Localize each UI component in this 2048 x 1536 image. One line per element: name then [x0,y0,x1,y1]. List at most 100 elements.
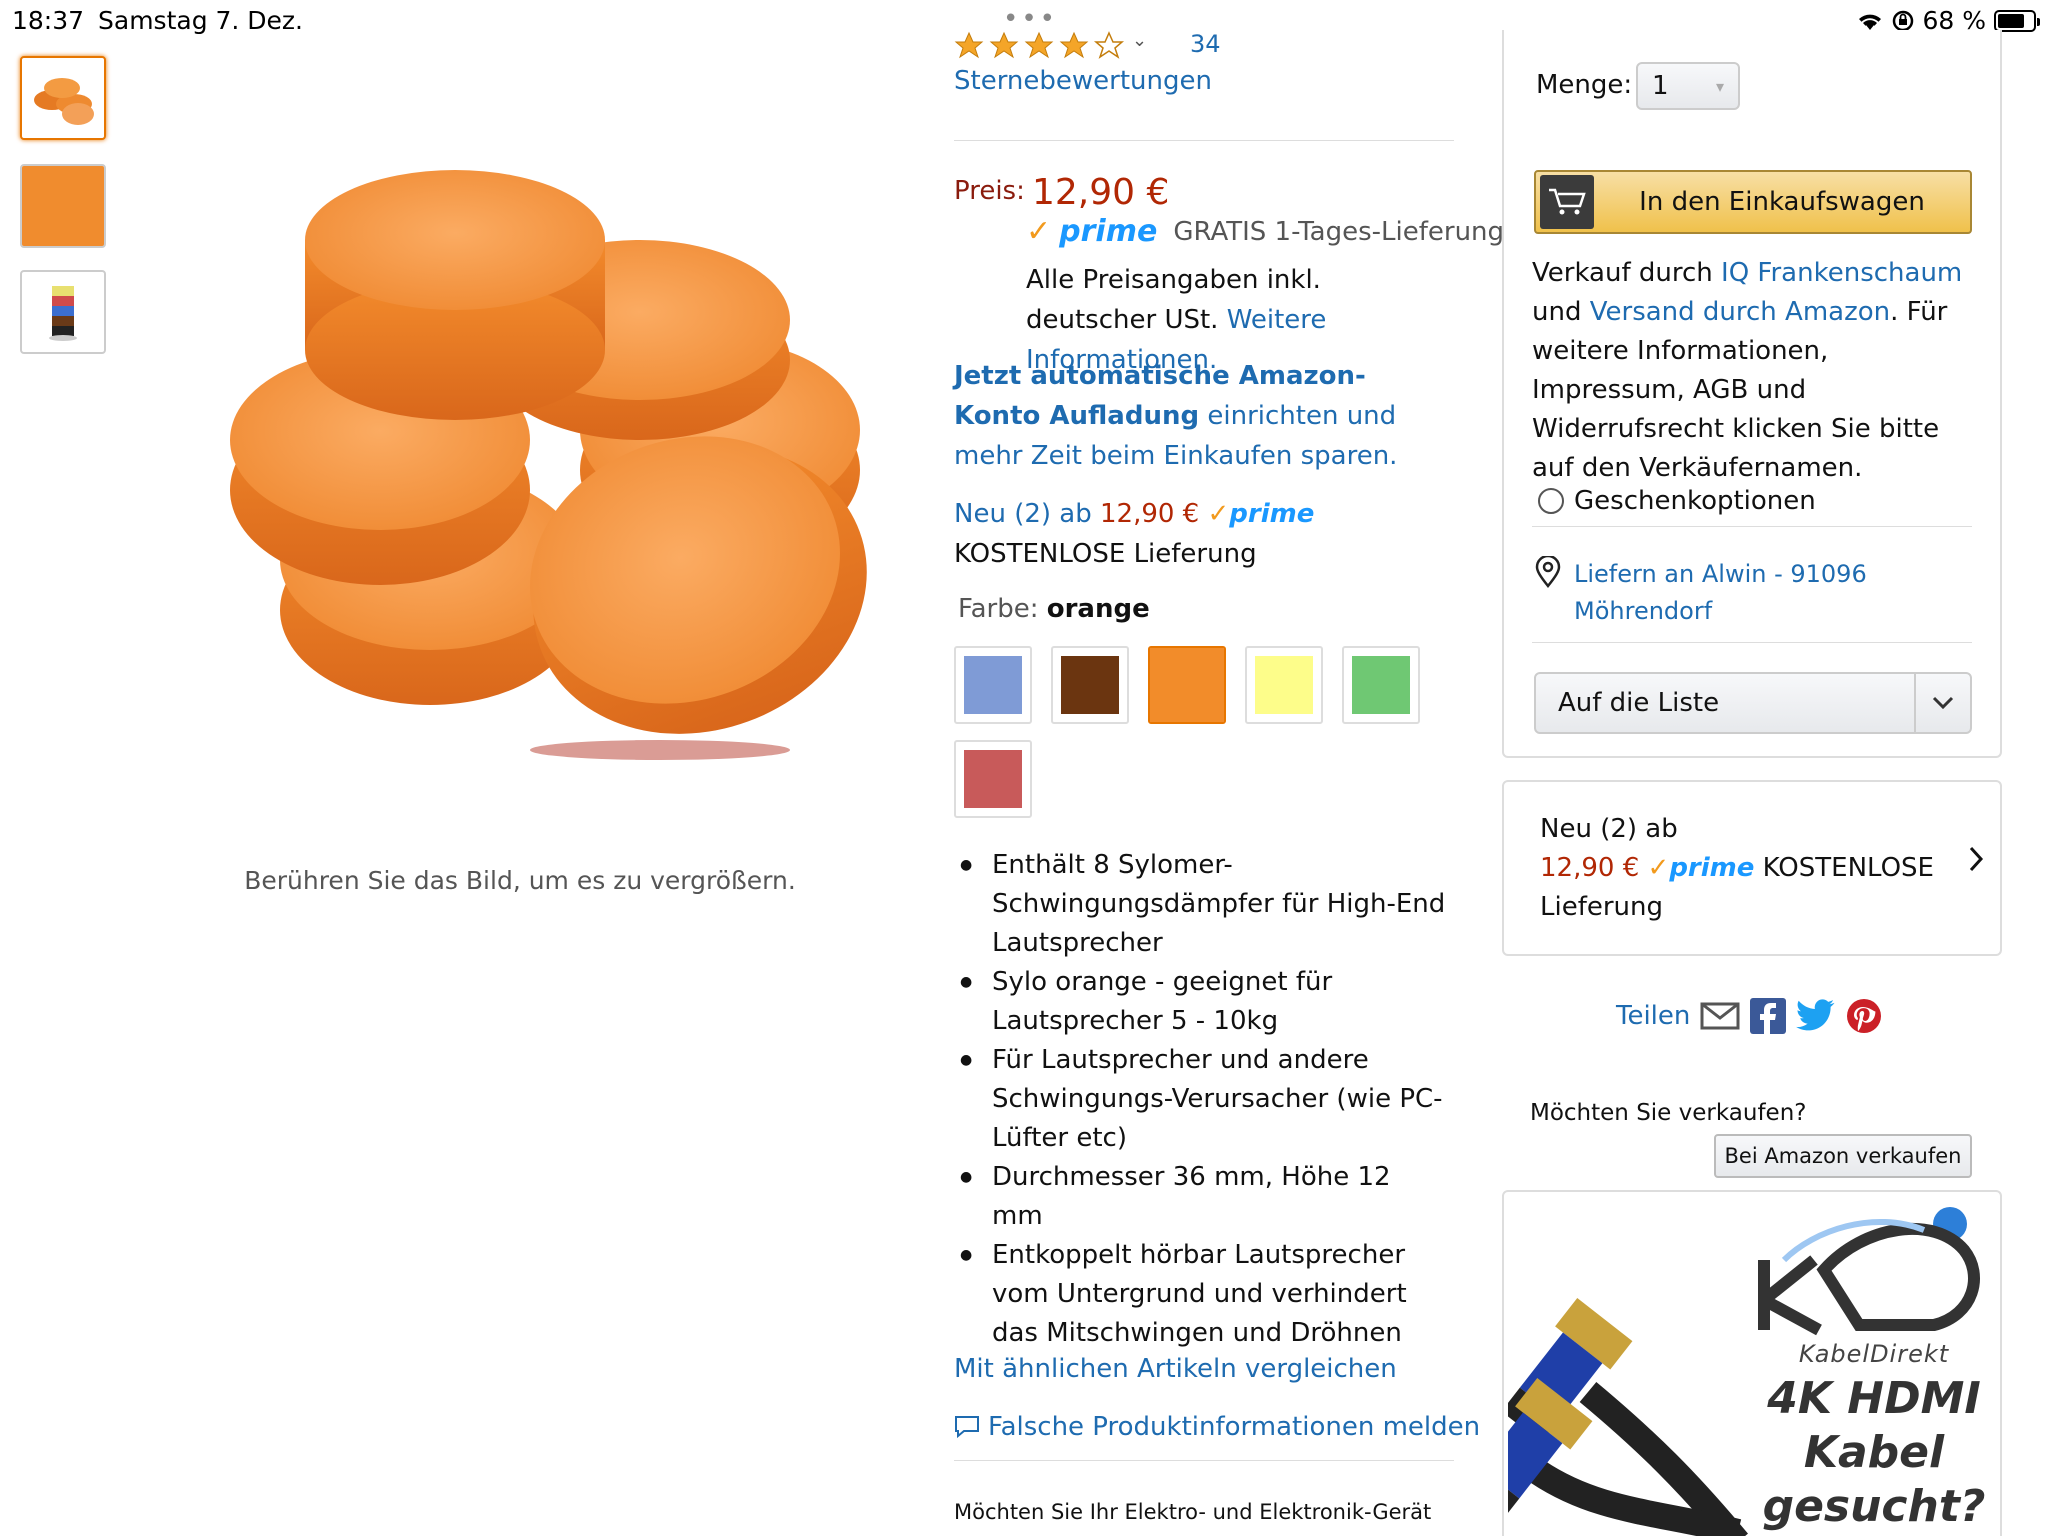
bullet-item: Sylo orange - geeignet für Lautsprecher … [956,963,1446,1041]
wifi-icon [1859,14,1882,30]
list-dropdown-toggle[interactable] [1914,674,1970,732]
compare-link[interactable]: Mit ähnlichen Artikeln vergleichen [954,1354,1397,1384]
price-value: 12,90 € [1032,172,1170,213]
promo-link[interactable]: Jetzt automatische Amazon-Konto Aufladun… [954,356,1434,476]
prime-check-icon: ✓ [1026,214,1052,249]
new-offer[interactable]: Neu (2) ab 12,90 € ✓prime KOSTENLOSE Lie… [954,494,1454,574]
new-offer-price: 12,90 € [1099,499,1200,529]
prime-logo: prime [1229,499,1315,529]
feature-bullets: Enthält 8 Sylomer-Schwingungsdämpfer für… [956,846,1446,1353]
new-offer-delivery: KOSTENLOSE Lieferung [954,539,1257,569]
ship-pre: und [1532,297,1590,327]
report-row[interactable]: Falsche Produktinformationen melden [954,1412,1480,1442]
gift-option[interactable]: Geschenkoptionen [1538,486,1816,516]
report-link[interactable]: Falsche Produktinformationen melden [988,1412,1480,1442]
bullet-item: Entkoppelt hörbar Lautsprecher vom Unter… [956,1236,1446,1353]
add-to-list-label: Auf die Liste [1558,688,1720,718]
battery-icon [1994,9,2040,32]
swatch-color [1150,648,1224,722]
ship-link[interactable]: Versand durch Amazon [1590,297,1890,327]
speech-bubble-icon [955,1416,979,1439]
prime-check-icon: ✓ [1207,499,1230,529]
swatch-yellow[interactable] [1245,646,1323,724]
swatch-green[interactable] [1342,646,1420,724]
new-offer-prefix[interactable]: Neu (2) ab [954,499,1100,529]
swatch-color [964,750,1022,808]
bullet-item: Enthält 8 Sylomer-Schwingungsdämpfer für… [956,846,1446,963]
prime-logo: prime [1669,853,1755,883]
divider [1532,526,1972,527]
orientation-lock-icon [1893,10,1914,31]
delivery-text: GRATIS 1-Tages-Lieferung [1173,216,1505,247]
divider [954,140,1454,141]
price-label: Preis: [954,176,1025,206]
chevron-right-icon[interactable] [1968,846,1984,872]
twitter-icon[interactable] [1796,999,1836,1033]
qty-label: Menge: [1536,70,1633,100]
swatch-brown[interactable] [1051,646,1129,724]
sell-button[interactable]: Bei Amazon verkaufen [1714,1134,1972,1178]
cart-icon [1540,175,1594,229]
add-to-cart-label: In den Einkaufswagen [1639,187,1925,217]
bullet-item: Für Lautsprecher und andere Schwingungs-… [956,1041,1446,1158]
divider [1532,642,1972,643]
color-label-row: Farbe: orange [958,594,1150,624]
share-label[interactable]: Teilen [1616,1001,1690,1031]
seller-pre: Verkauf durch [1532,258,1722,288]
swatch-color [1255,656,1313,714]
chevron-down-icon [1932,696,1954,710]
kabeldirekt-logo [1758,1207,1980,1336]
hdmi-cable-image [1508,1297,1748,1536]
divider [954,1460,1454,1461]
bullet-item: Durchmesser 36 mm, Höhe 12 mm [956,1158,1446,1236]
thumbnail-1[interactable] [20,56,106,140]
thumbnail-2[interactable] [20,164,106,248]
add-to-cart-button[interactable]: In den Einkaufswagen [1534,170,1972,234]
swatch-color [964,656,1022,714]
deliver-to-link[interactable]: Liefern an Alwin - 91096 Möhrendorf [1574,556,1874,630]
offer-price: 12,90 € [1540,853,1640,883]
color-swatches [954,646,1434,818]
color-label: Farbe: [958,594,1039,624]
rating-count[interactable]: 34 [1190,30,1221,58]
share-row: Teilen [1616,998,1882,1034]
seller-info: Verkauf durch IQ Frankenschaum und Versa… [1532,254,1982,488]
bottom-note: Möchten Sie Ihr Elektro- und Elektronik-… [954,1500,1432,1524]
offer-text: Neu (2) ab 12,90 € ✓prime KOSTENLOSE Lie… [1540,810,1940,927]
deliver-to[interactable]: Liefern an Alwin - 91096 Möhrendorf [1534,556,1874,630]
swatch-blue[interactable] [954,646,1032,724]
thumbnail-3[interactable] [20,270,106,354]
prime-logo: prime [1059,214,1158,249]
location-pin-icon [1535,556,1561,588]
swatch-color [1352,656,1410,714]
status-date: Samstag 7. Dez. [98,6,304,35]
pinterest-icon[interactable] [1846,998,1882,1034]
gift-checkbox[interactable] [1538,488,1564,514]
image-caption: Berühren Sie das Bild, um es zu vergröße… [244,866,796,895]
prime-delivery: ✓ prime GRATIS 1-Tages-Lieferung [1026,214,1504,249]
ad-box[interactable]: KabelDirekt 4K HDMI Kabel gesucht? [1502,1190,2002,1536]
color-value: orange [1046,594,1150,624]
chevron-down-icon: ▾ [1715,76,1724,96]
email-icon[interactable] [1700,1001,1740,1031]
ad-brand: KabelDirekt [1798,1340,1950,1368]
facebook-icon[interactable] [1750,998,1787,1034]
prime-check-icon: ✓ [1647,853,1670,883]
sell-question: Möchten Sie verkaufen? [1530,1100,1807,1126]
add-to-list-button[interactable]: Auf die Liste [1534,672,1972,734]
rating-label[interactable]: Sternebewertungen [954,66,1212,96]
star-rating-icon [954,31,1125,59]
offer-line1: Neu (2) ab [1540,814,1678,844]
status-time: 18:37 [12,6,85,35]
qty-value: 1 [1652,71,1669,101]
rating-row[interactable] [954,30,1134,64]
swatch-color [1061,656,1119,714]
swatch-red[interactable] [954,740,1032,818]
product-image[interactable] [140,140,900,770]
ad-headline: 4K HDMI Kabel gesucht? [1762,1373,1986,1532]
qty-select[interactable]: 1 ▾ [1636,62,1740,110]
gift-label: Geschenkoptionen [1574,486,1816,516]
chevron-down-icon[interactable]: ⌄ [1132,30,1147,51]
seller-link[interactable]: IQ Frankenschaum [1721,258,1962,288]
swatch-orange[interactable] [1148,646,1226,724]
